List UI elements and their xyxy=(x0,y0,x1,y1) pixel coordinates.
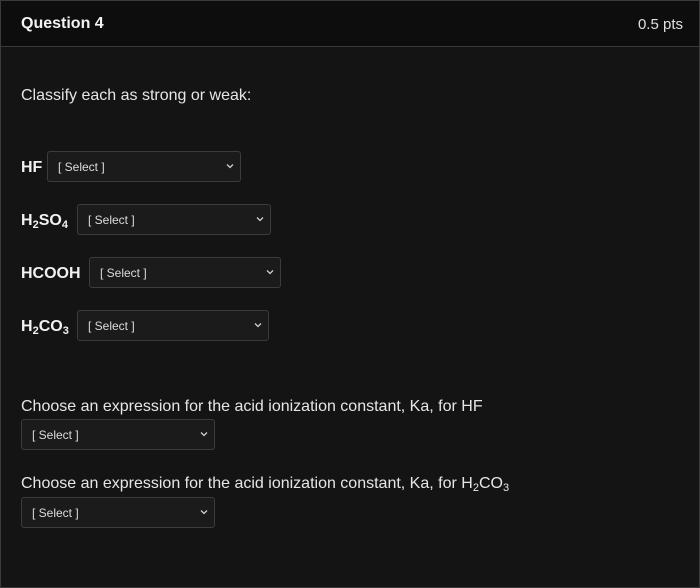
ka-select-h2co3[interactable]: [ Select ] xyxy=(21,497,215,528)
question-title: Question 4 xyxy=(21,15,104,32)
select-value: [ Select ] xyxy=(32,506,79,520)
acid-label-part: SO xyxy=(38,212,62,229)
strength-select-hcooh[interactable]: [ Select ] xyxy=(89,257,281,288)
chevron-down-icon xyxy=(200,510,208,515)
acid-label-text: HCOOH xyxy=(21,265,81,282)
chevron-down-icon xyxy=(226,164,234,169)
select-value: [ Select ] xyxy=(88,213,135,227)
chevron-down-icon xyxy=(254,323,262,328)
question-prompt: Classify each as strong or weak: xyxy=(21,87,252,104)
question-points: 0.5 pts xyxy=(637,16,683,33)
acid-label-text: HF xyxy=(21,159,43,176)
ka-question-part: Choose an expression for the acid ioniza… xyxy=(21,475,473,492)
ka-h2co3-question: Choose an expression for the acid ioniza… xyxy=(21,475,509,494)
acid-label-subscript: 4 xyxy=(61,219,68,231)
select-value: [ Select ] xyxy=(32,428,79,442)
question-header: Question 4 0.5 pts xyxy=(1,1,699,47)
acid-label-h2co3: H2CO3 xyxy=(21,318,69,337)
acid-label-part: CO xyxy=(38,318,63,335)
strength-select-h2so4[interactable]: [ Select ] xyxy=(77,204,271,235)
chevron-down-icon xyxy=(256,217,264,222)
acid-label-h2so4: H2SO4 xyxy=(21,212,68,231)
acid-label-hf: HF xyxy=(21,159,42,177)
select-value: [ Select ] xyxy=(58,160,105,174)
strength-select-hf[interactable]: [ Select ] xyxy=(47,151,241,182)
ka-question-part: CO xyxy=(478,475,503,492)
strength-select-h2co3[interactable]: [ Select ] xyxy=(77,310,269,341)
question-card: Question 4 0.5 pts Classify each as stro… xyxy=(0,0,700,588)
ka-hf-question: Choose an expression for the acid ioniza… xyxy=(21,398,483,415)
select-value: [ Select ] xyxy=(88,319,135,333)
acid-label-hcooh: HCOOH xyxy=(21,265,81,283)
ka-question-subscript: 3 xyxy=(502,482,510,494)
ka-select-hf[interactable]: [ Select ] xyxy=(21,419,215,450)
acid-label-part: H xyxy=(21,318,33,335)
acid-label-subscript: 3 xyxy=(62,325,69,337)
select-value: [ Select ] xyxy=(100,266,147,280)
chevron-down-icon xyxy=(200,432,208,437)
acid-label-part: H xyxy=(21,212,33,229)
chevron-down-icon xyxy=(266,270,274,275)
